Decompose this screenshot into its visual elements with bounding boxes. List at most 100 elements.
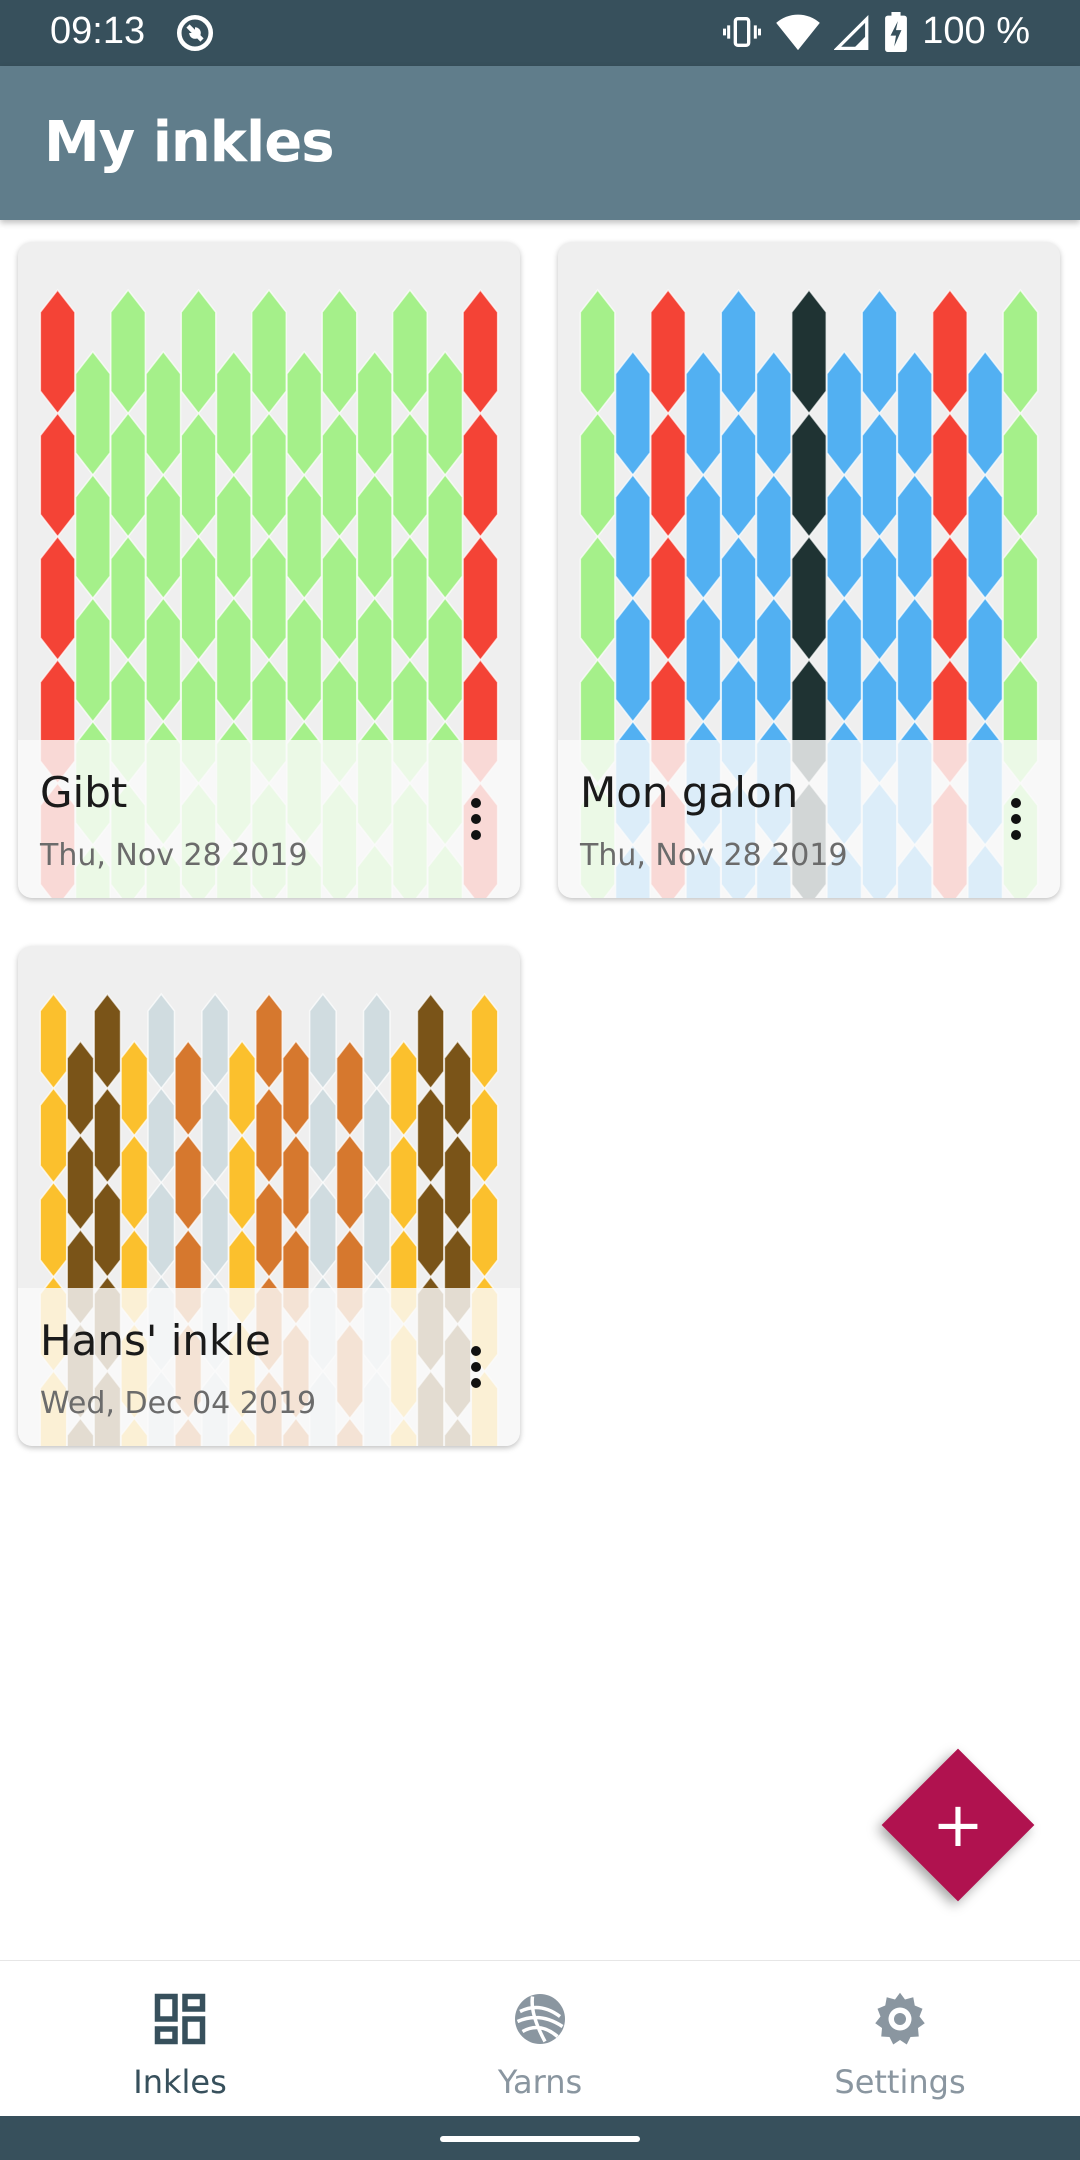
pattern-peg — [391, 412, 428, 538]
pattern-peg — [201, 1087, 230, 1184]
pattern-peg — [427, 473, 464, 600]
pattern-peg — [470, 1181, 499, 1279]
pattern-peg — [462, 288, 499, 415]
pattern-peg — [281, 1039, 310, 1137]
nav-item-inkles[interactable]: Inkles — [0, 1961, 360, 2117]
inkle-card[interactable]: Gibt Thu, Nov 28 2019 — [18, 242, 520, 898]
pattern-peg — [755, 350, 792, 477]
pattern-peg — [443, 1134, 472, 1231]
pattern-peg — [790, 535, 828, 662]
system-navigation-bar — [0, 2116, 1080, 2160]
pattern-peg — [74, 350, 111, 477]
pattern-peg — [201, 1181, 230, 1279]
pattern-peg — [180, 535, 217, 662]
pattern-peg — [861, 288, 898, 415]
nav-item-yarns[interactable]: Yarns — [360, 1961, 720, 2117]
pattern-peg — [147, 1181, 176, 1279]
pattern-peg — [826, 350, 863, 477]
pattern-peg — [931, 535, 968, 662]
more-vert-icon[interactable] — [468, 1346, 484, 1396]
pattern-peg — [74, 597, 111, 723]
pattern-peg — [66, 1039, 95, 1137]
pattern-peg — [614, 597, 651, 723]
status-bar: 09:13 100 % — [0, 0, 1080, 66]
pattern-peg — [427, 597, 464, 723]
pattern-peg — [145, 597, 182, 723]
page-title: My inkles — [44, 110, 335, 175]
more-vert-icon[interactable] — [1008, 798, 1024, 848]
pattern-peg — [39, 1181, 68, 1279]
pattern-peg — [180, 412, 217, 538]
nav-label: Inkles — [133, 2063, 227, 2101]
pattern-peg — [147, 992, 176, 1090]
pattern-peg — [790, 288, 828, 415]
pattern-peg — [685, 473, 722, 600]
pattern-peg — [470, 1087, 499, 1184]
pattern-peg — [321, 535, 358, 662]
pattern-peg — [335, 1039, 364, 1137]
pattern-peg — [308, 1181, 337, 1279]
yarn-ball-icon — [515, 1994, 565, 2044]
pattern-peg — [250, 535, 288, 662]
pattern-peg — [255, 1181, 283, 1279]
pattern-peg — [39, 992, 68, 1090]
pattern-peg — [389, 1134, 418, 1231]
pattern-peg — [391, 288, 428, 415]
pattern-peg — [1002, 535, 1039, 662]
pattern-peg — [93, 1087, 122, 1184]
app-bar: My inkles — [0, 66, 1080, 220]
nav-label: Settings — [834, 2063, 966, 2101]
pattern-peg — [967, 597, 1004, 723]
pattern-peg — [470, 992, 499, 1090]
pattern-peg — [215, 350, 252, 477]
pattern-peg — [462, 535, 499, 662]
pattern-peg — [228, 1134, 257, 1231]
pattern-peg — [201, 992, 230, 1090]
pattern-peg — [720, 535, 757, 662]
gesture-handle[interactable] — [440, 2136, 640, 2142]
pattern-peg — [685, 597, 722, 723]
status-icons: 100 % — [722, 10, 1030, 53]
pattern-peg — [416, 1087, 445, 1184]
pattern-peg — [614, 473, 651, 600]
pattern-peg — [391, 535, 428, 662]
pattern-peg — [896, 597, 933, 723]
pattern-peg — [896, 350, 933, 477]
pattern-peg — [861, 535, 898, 662]
pattern-peg — [180, 288, 217, 415]
pattern-peg — [720, 288, 757, 415]
pattern-peg — [362, 1181, 391, 1279]
pattern-peg — [896, 473, 933, 600]
pattern-peg — [650, 288, 687, 415]
pattern-peg — [228, 1039, 257, 1137]
pattern-peg — [755, 597, 792, 723]
more-vert-icon[interactable] — [468, 798, 484, 848]
pattern-peg — [416, 1181, 445, 1279]
card-footer: Gibt Thu, Nov 28 2019 — [18, 740, 520, 898]
pattern-peg — [362, 1087, 391, 1184]
nav-label: Yarns — [497, 2063, 583, 2101]
pattern-peg — [120, 1134, 149, 1231]
pattern-peg — [110, 535, 147, 662]
pattern-peg — [362, 992, 391, 1090]
pattern-peg — [147, 1087, 176, 1184]
inkle-card[interactable]: Hans' inkle Wed, Dec 04 2019 — [18, 946, 520, 1446]
inkle-date: Thu, Nov 28 2019 — [40, 838, 308, 873]
pattern-peg — [579, 535, 616, 662]
inkle-card[interactable]: Mon galon Thu, Nov 28 2019 — [558, 242, 1060, 898]
dashboard-icon — [154, 1993, 206, 2045]
pattern-peg — [39, 1087, 68, 1184]
pattern-peg — [250, 288, 288, 415]
pattern-peg — [614, 350, 651, 477]
vibrate-icon — [723, 16, 762, 47]
pattern-peg — [308, 1087, 337, 1184]
pattern-peg — [215, 473, 252, 600]
pattern-peg — [356, 597, 393, 723]
pattern-peg — [720, 412, 757, 538]
pattern-peg — [174, 1039, 203, 1137]
pattern-peg — [755, 473, 792, 600]
pattern-peg — [145, 350, 182, 477]
pattern-peg — [321, 412, 358, 538]
pattern-peg — [826, 473, 863, 600]
nav-item-settings[interactable]: Settings — [720, 1961, 1080, 2117]
